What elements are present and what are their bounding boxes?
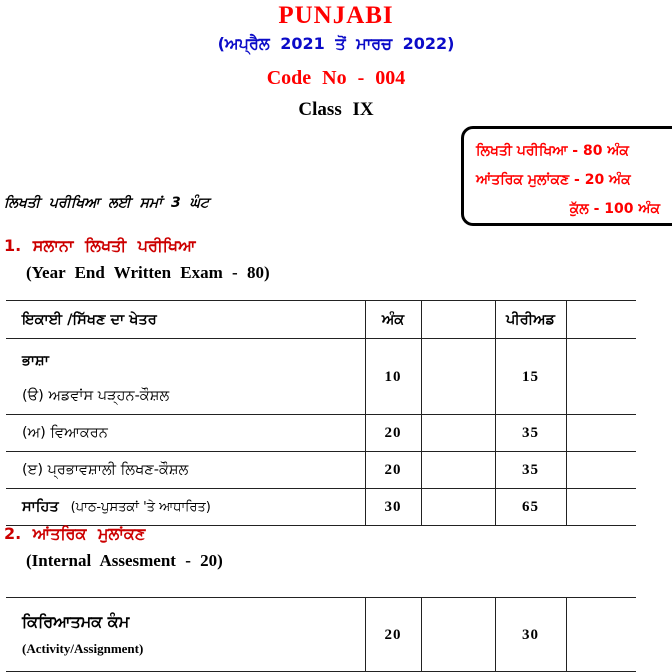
- table-row: ਸਾਹਿਤ (ਪਾਠ-ਪੁਸਤਕਾਂ 'ਤੇ ਆਧਾਰਿਤ) 30 65: [6, 488, 636, 526]
- marks-written-line: ਲਿਖਤੀ ਪਰੀਖਿਆ - 80 ਅੰਕ: [476, 143, 629, 159]
- row-writing-skill-marks: 20: [364, 451, 421, 489]
- row-language-blank-1: [420, 338, 495, 415]
- literature-label: ਸਾਹਿਤ: [22, 499, 59, 515]
- subject-code: Code No - 004: [266, 67, 406, 89]
- section-written-heading-punjabi: 1. ਸਲਾਨਾ ਲਿਖਤੀ ਪਰੀਖਿਆ: [4, 236, 196, 255]
- section-written-exam: 1. ਸਲਾਨਾ ਲਿਖਤੀ ਪਰੀਖਿਆ (Year End Written …: [4, 236, 270, 283]
- row-literature-blank-2: [565, 488, 636, 526]
- section-internal-heading-punjabi: 2. ਆਂਤਰਿਕ ਮੁਲਾਂਕਣ: [4, 524, 146, 543]
- row-grammar-periods: 35: [494, 414, 566, 452]
- table-row: ਭਾਸ਼ਾ (ੳ) ਅਡਵਾਂਸ ਪੜ੍ਹਨ-ਕੌਸ਼ਲ 10 15: [6, 338, 636, 415]
- class-label: Class IX: [298, 99, 374, 120]
- row-activity-periods: 30: [494, 597, 566, 672]
- row-writing-skill-blank-2: [565, 451, 636, 489]
- activity-label-punjabi: ਕਿਰਿਆਤਮਕ ਕੰਮ: [22, 612, 130, 631]
- table-row: ਕਿਰਿਆਤਮਕ ਕੰਮ (Activity/Assignment) 20 30: [6, 597, 636, 672]
- row-grammar-blank-2: [565, 414, 636, 452]
- table-row: (ੲ) ਪ੍ਰਭਾਵਸ਼ਾਲੀ ਲਿਖਣ-ਕੌਸ਼ਲ 20 35: [6, 451, 636, 489]
- column-header-topic: ਇਕਾਈ /ਸਿੱਖਣ ਦਾ ਖੇਤਰ: [6, 300, 365, 339]
- row-grammar-blank-1: [420, 414, 495, 452]
- column-header-blank-2: [565, 300, 636, 339]
- row-activity-marks: 20: [364, 597, 421, 672]
- column-header-periods: ਪੀਰੀਅਡ: [494, 300, 566, 339]
- row-activity-topic: ਕਿਰਿਆਤਮਕ ਕੰਮ (Activity/Assignment): [6, 597, 365, 672]
- row-writing-skill-topic: (ੲ) ਪ੍ਰਭਾਵਸ਼ਾਲੀ ਲਿਖਣ-ਕੌਸ਼ਲ: [6, 451, 365, 489]
- row-grammar-marks: 20: [364, 414, 421, 452]
- session-period: (ਅਪ੍ਰੈਲ 2021 ਤੋਂ ਮਾਰਚ 2022): [217, 34, 455, 53]
- column-header-marks: ਅੰਕ: [364, 300, 421, 339]
- marks-total-line: ਕੁੱਲ - 100 ਅੰਕ: [569, 201, 660, 217]
- table-row: (ਅ) ਵਿਆਕਰਨ 20 35: [6, 414, 636, 452]
- page-title: PUNJABI: [278, 2, 394, 29]
- table-header-row: ਇਕਾਈ /ਸਿੱਖਣ ਦਾ ਖੇਤਰ ਅੰਕ ਪੀਰੀਅਡ: [6, 300, 636, 339]
- row-literature-topic: ਸਾਹਿਤ (ਪਾਠ-ਪੁਸਤਕਾਂ 'ਤੇ ਆਧਾਰਿਤ): [6, 488, 365, 526]
- row-language-topic: ਭਾਸ਼ਾ (ੳ) ਅਡਵਾਂਸ ਪੜ੍ਹਨ-ਕੌਸ਼ਲ: [6, 338, 365, 415]
- row-literature-periods: 65: [494, 488, 566, 526]
- row-grammar-topic: (ਅ) ਵਿਆਕਰਨ: [6, 414, 365, 452]
- row-writing-skill-blank-1: [420, 451, 495, 489]
- language-item-label: (ੳ) ਅਡਵਾਂਸ ਪੜ੍ਹਨ-ਕੌਸ਼ਲ: [22, 387, 170, 404]
- section-internal-assessment: 2. ਆਂਤਰਿਕ ਮੁਲਾਂਕਣ (Internal Assesment - …: [4, 524, 223, 571]
- row-language-marks: 10: [364, 338, 421, 415]
- exam-duration-note: ਲਿਖਤੀ ਪਰੀਖਿਆ ਲਈ ਸਮਾਂ 3 ਘੰਟ: [4, 195, 210, 211]
- literature-note: (ਪਾਠ-ਪੁਸਤਕਾਂ 'ਤੇ ਆਧਾਰਿਤ): [70, 500, 211, 515]
- marks-internal-line: ਆਂਤਰਿਕ ਮੁਲਾਂਕਣ - 20 ਅੰਕ: [476, 172, 631, 188]
- row-language-blank-2: [565, 338, 636, 415]
- section-written-heading-english: (Year End Written Exam - 80): [26, 263, 270, 282]
- row-activity-blank-2: [565, 597, 636, 672]
- column-header-blank-1: [420, 300, 495, 339]
- language-group-label: ਭਾਸ਼ਾ: [22, 352, 49, 369]
- written-exam-table: ਇਕਾਈ /ਸਿੱਖਣ ਦਾ ਖੇਤਰ ਅੰਕ ਪੀਰੀਅਡ ਭਾਸ਼ਾ (ੳ)…: [6, 300, 636, 526]
- section-internal-heading-english: (Internal Assesment - 20): [26, 551, 223, 570]
- row-literature-blank-1: [420, 488, 495, 526]
- marks-summary-box: ਲਿਖਤੀ ਪਰੀਖਿਆ - 80 ਅੰਕ ਆਂਤਰਿਕ ਮੁਲਾਂਕਣ - 2…: [461, 126, 672, 226]
- row-writing-skill-periods: 35: [494, 451, 566, 489]
- row-literature-marks: 30: [364, 488, 421, 526]
- activity-label-english: (Activity/Assignment): [22, 641, 144, 656]
- row-language-periods: 15: [494, 338, 566, 415]
- row-activity-blank-1: [420, 597, 495, 672]
- internal-assessment-table: ਕਿਰਿਆਤਮਕ ਕੰਮ (Activity/Assignment) 20 30: [6, 597, 636, 672]
